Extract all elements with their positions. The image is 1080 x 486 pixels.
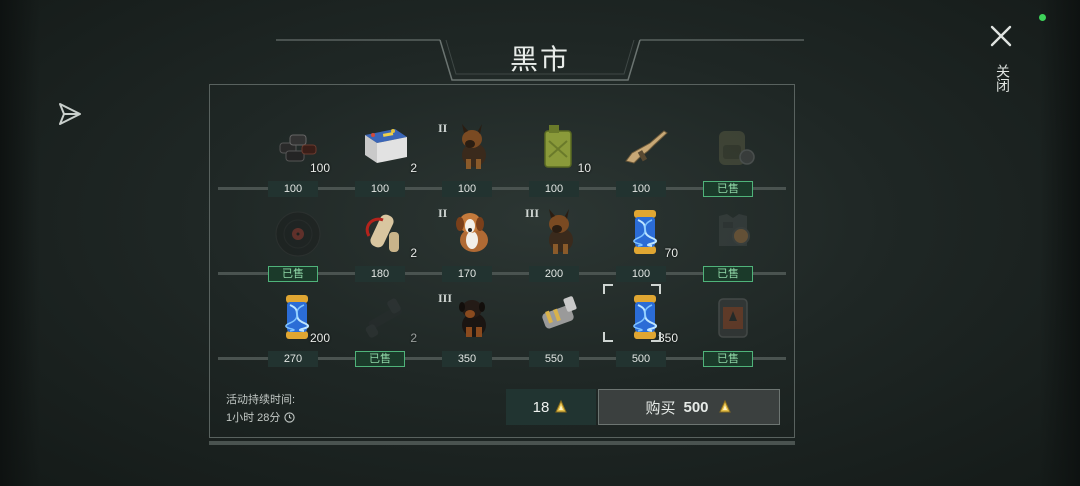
item-price: 170 — [442, 266, 492, 282]
scope-icon — [359, 291, 411, 343]
coin-icon — [718, 399, 731, 413]
item-tier: III — [438, 291, 453, 305]
item-quantity: 2 — [410, 331, 417, 345]
body-armor-icon — [707, 206, 759, 258]
coin-balance: 18 — [506, 389, 596, 425]
shop-item-slot[interactable]: 2 100 — [343, 111, 423, 201]
sold-badge: 已售 — [703, 266, 753, 282]
panel-footer-bar — [209, 441, 795, 445]
item-price: 100 — [616, 266, 666, 282]
item-price: 100 — [355, 181, 405, 197]
close-label: 关闭 — [995, 64, 1011, 92]
item-price: 200 — [529, 266, 579, 282]
clock-icon — [284, 411, 296, 423]
item-price: 100 — [616, 181, 666, 197]
shop-item-slot[interactable]: III 200 — [517, 196, 597, 286]
shop-item-slot: 已售 — [691, 281, 771, 371]
shop-item-slot: 已售 — [256, 196, 336, 286]
buy-button-label: 购买 — [645, 399, 676, 417]
fuel-canister-icon — [707, 291, 759, 343]
saint-bernard-dog-icon — [446, 206, 498, 258]
german-shepherd-dog-icon — [446, 121, 498, 173]
item-tier: II — [438, 121, 448, 135]
item-price: 100 — [529, 181, 579, 197]
item-quantity: 100 — [309, 161, 330, 175]
engine-part-icon — [533, 291, 585, 343]
right-edge-shadow — [1040, 0, 1080, 486]
shop-item-slot[interactable]: II 100 — [430, 111, 510, 201]
shop-item-slot: 2 已售 — [343, 281, 423, 371]
shop-item-slot[interactable]: 2 180 — [343, 196, 423, 286]
timer-value-row: 1小时 28分 — [226, 409, 296, 425]
shop-item-slot: 已售 — [691, 196, 771, 286]
coin-icon — [555, 399, 568, 413]
item-quantity: 2 — [410, 246, 417, 260]
item-quantity: 10 — [577, 161, 591, 175]
item-price: 350 — [442, 351, 492, 367]
paper-plane-icon — [59, 103, 81, 125]
item-price: 100 — [268, 181, 318, 197]
shop-item-slot[interactable]: III 350 — [430, 281, 510, 371]
item-quantity: 2 — [410, 161, 417, 175]
sold-badge: 已售 — [268, 266, 318, 282]
shop-item-slot[interactable]: 70 100 — [604, 196, 684, 286]
backpack-icon — [707, 121, 759, 173]
german-shepherd-dog-icon — [533, 206, 585, 258]
vinyl-record-icon — [272, 206, 324, 258]
rottweiler-dog-icon — [446, 291, 498, 343]
sold-badge: 已售 — [355, 351, 405, 367]
shop-item-slot[interactable]: 550 — [517, 281, 597, 371]
left-edge-shadow — [0, 0, 40, 486]
status-dot — [1039, 14, 1046, 21]
timer-label: 活动持续时间: — [226, 394, 296, 406]
timer-value: 1小时 28分 — [226, 412, 281, 424]
item-price: 100 — [442, 181, 492, 197]
sold-badge: 已售 — [703, 181, 753, 197]
shop-item-slot[interactable]: 100 100 — [256, 111, 336, 201]
shop-item-slot[interactable]: 10 100 — [517, 111, 597, 201]
balance-value: 18 — [532, 398, 550, 416]
close-button[interactable]: 关闭 — [985, 20, 1019, 98]
selection-frame — [603, 284, 661, 342]
close-icon — [990, 25, 1012, 47]
shop-item-slot[interactable]: II 170 — [430, 196, 510, 286]
item-quantity: 200 — [309, 331, 330, 345]
title-bar: 黑市 — [276, 36, 804, 84]
buy-button-amount: 500 — [683, 398, 709, 416]
item-quantity: 70 — [664, 246, 678, 260]
shop-item-slot[interactable]: 100 — [604, 111, 684, 201]
assault-rifle-icon — [620, 121, 672, 173]
car-battery-icon — [359, 121, 411, 173]
black-market-panel: 100 100 2 100 II 100 10 100 100 已售 已售 2 180 II 170 III 2… — [209, 84, 795, 438]
item-price: 500 — [616, 351, 666, 367]
item-price: 180 — [355, 266, 405, 282]
sold-badge: 已售 — [703, 351, 753, 367]
shop-item-slot: 已售 — [691, 111, 771, 201]
item-tier: III — [525, 206, 540, 220]
buy-button[interactable]: 购买 500 — [598, 389, 780, 425]
item-price: 550 — [529, 351, 579, 367]
shop-item-slot[interactable]: 200 270 — [256, 281, 336, 371]
page-title: 黑市 — [509, 44, 570, 75]
item-price: 270 — [268, 351, 318, 367]
item-tier: II — [438, 206, 448, 220]
share-button[interactable] — [56, 100, 84, 128]
scroll-map-icon — [359, 206, 411, 258]
